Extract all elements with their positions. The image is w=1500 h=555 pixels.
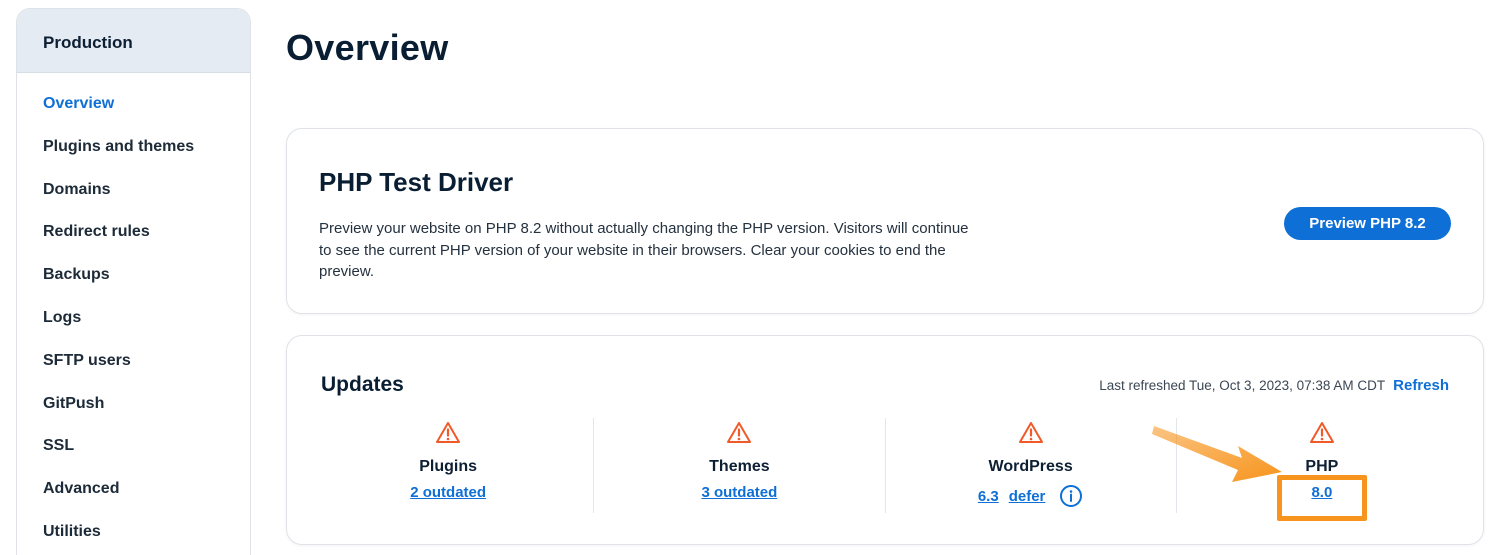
info-circle-icon[interactable]: [1059, 484, 1083, 508]
themes-label: Themes: [709, 458, 770, 475]
updates-title: Updates: [321, 373, 404, 396]
wordpress-links: 6.3 defer: [978, 484, 1084, 508]
last-refreshed-text: Last refreshed Tue, Oct 3, 2023, 07:38 A…: [1099, 378, 1386, 393]
sidebar-environment-title: Production: [17, 9, 250, 73]
sidebar-item-domains[interactable]: Domains: [17, 181, 250, 224]
highlight-box-annotation: [1277, 475, 1367, 521]
plugins-links: 2 outdated: [410, 484, 486, 501]
sidebar-item-redirect-rules[interactable]: Redirect rules: [17, 223, 250, 266]
refresh-row: Last refreshed Tue, Oct 3, 2023, 07:38 A…: [1099, 377, 1449, 394]
sidebar-item-utilities[interactable]: Utilities: [17, 523, 250, 555]
warning-triangle-icon: [727, 422, 752, 443]
wordpress-version-link[interactable]: 6.3: [978, 488, 999, 505]
plugins-label: Plugins: [419, 458, 478, 475]
sidebar-item-sftp-users[interactable]: SFTP users: [17, 352, 250, 395]
sidebar-item-plugins-and-themes[interactable]: Plugins and themes: [17, 138, 250, 181]
plugins-outdated-link[interactable]: 2 outdated: [410, 484, 486, 501]
preview-php-button[interactable]: Preview PHP 8.2: [1284, 207, 1451, 240]
sidebar-item-backups[interactable]: Backups: [17, 266, 250, 309]
themes-links: 3 outdated: [701, 484, 777, 501]
sidebar-nav: Overview Plugins and themes Domains Redi…: [17, 73, 250, 555]
page-root: Production Overview Plugins and themes D…: [0, 0, 1500, 555]
sidebar-item-overview[interactable]: Overview: [17, 95, 250, 138]
arrow-annotation: [1152, 426, 1282, 482]
wordpress-label: WordPress: [988, 458, 1073, 475]
php-test-driver-card: PHP Test Driver Preview your website on …: [286, 128, 1484, 314]
wordpress-defer-link[interactable]: defer: [1009, 488, 1046, 505]
warning-triangle-icon: [1018, 422, 1043, 443]
page-title: Overview: [286, 27, 449, 68]
updates-column-wordpress: WordPress 6.3 defer: [884, 418, 1176, 513]
sidebar-item-gitpush[interactable]: GitPush: [17, 395, 250, 438]
sidebar-item-logs[interactable]: Logs: [17, 309, 250, 352]
warning-triangle-icon: [1309, 422, 1334, 443]
themes-outdated-link[interactable]: 3 outdated: [701, 484, 777, 501]
warning-triangle-icon: [436, 422, 461, 443]
updates-column-plugins: Plugins 2 outdated: [303, 418, 593, 513]
php-test-driver-description: Preview your website on PHP 8.2 without …: [319, 220, 969, 280]
refresh-link[interactable]: Refresh: [1393, 377, 1449, 394]
sidebar-item-advanced[interactable]: Advanced: [17, 480, 250, 523]
php-label: PHP: [1305, 458, 1339, 475]
sidebar-item-ssl[interactable]: SSL: [17, 437, 250, 480]
sidebar: Production Overview Plugins and themes D…: [16, 8, 251, 555]
updates-column-themes: Themes 3 outdated: [593, 418, 884, 513]
php-test-driver-title: PHP Test Driver: [319, 167, 514, 197]
